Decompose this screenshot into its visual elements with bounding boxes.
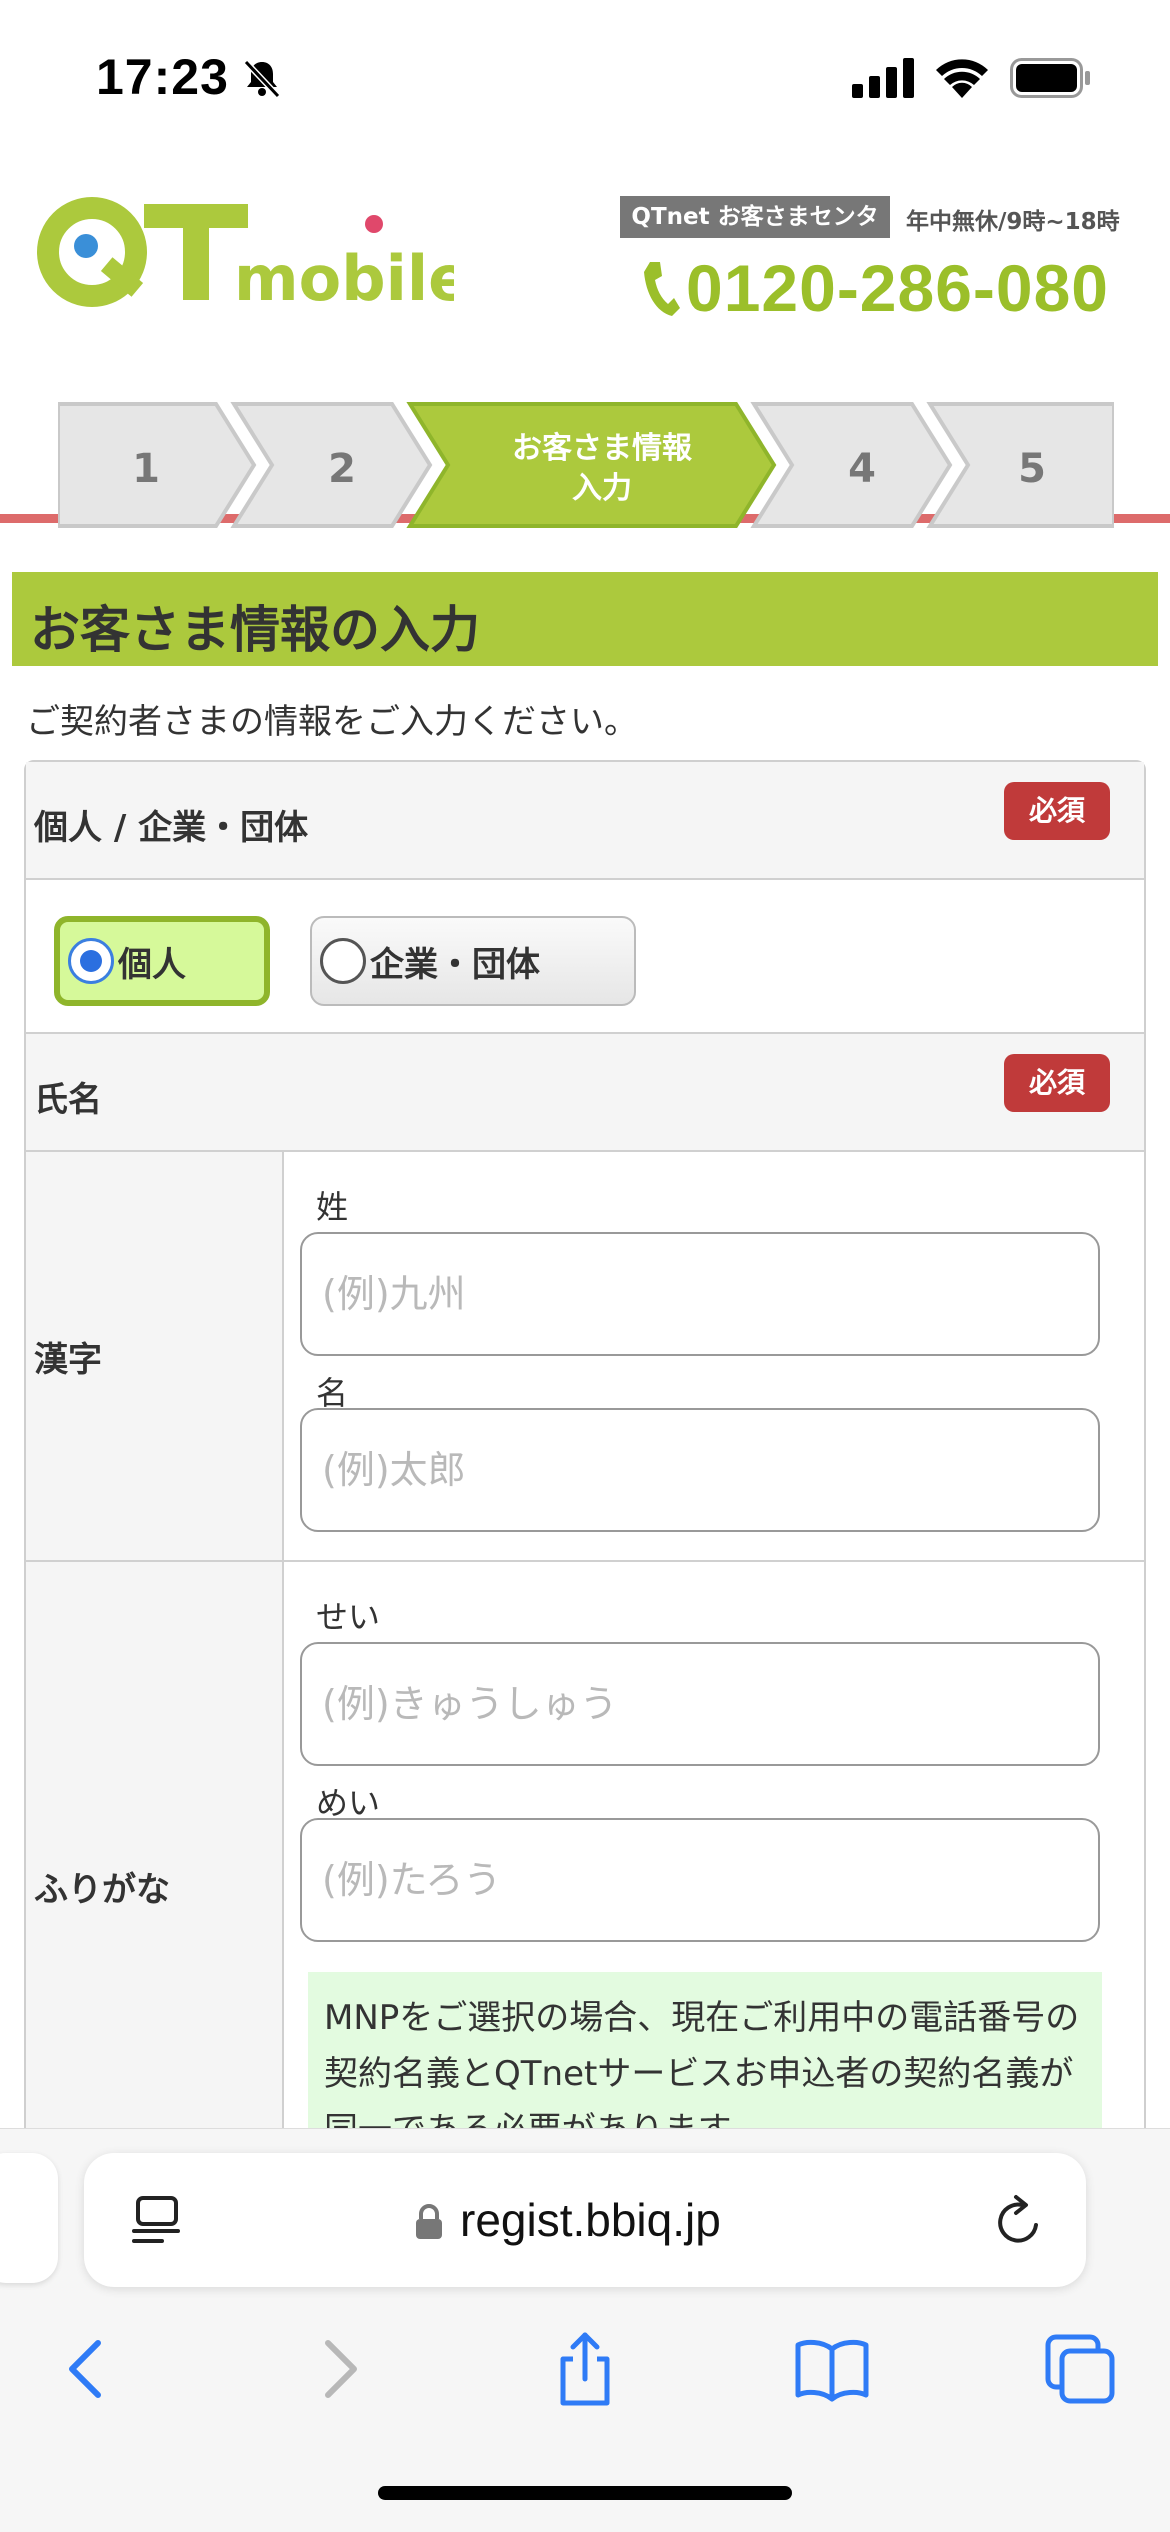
radio-selected-icon	[68, 938, 114, 984]
lock-icon	[416, 2204, 442, 2239]
site-header: mobile QTnet お客さまセンター 年中無休/9時~18時 0120-2…	[0, 180, 1170, 523]
forward-icon[interactable]	[298, 2329, 378, 2409]
radio-unselected-icon	[320, 938, 366, 984]
furigana-label-cell: ふりがな	[26, 1562, 284, 2162]
section-title: お客さま情報の入力	[30, 601, 480, 659]
step-4-label: 4	[848, 446, 876, 492]
business-hours: 年中無休/9時~18時	[906, 209, 1120, 235]
wifi-icon	[936, 59, 988, 98]
status-bar: 17:23	[0, 0, 1170, 150]
radio-individual[interactable]: 個人	[54, 916, 270, 1006]
last-name-label: 姓	[316, 1188, 349, 1226]
step-3-label-line2: 入力	[572, 471, 632, 506]
url-text: regist.bbiq.jp	[460, 2194, 721, 2246]
phone-number: 0120-286-080	[686, 251, 1110, 325]
furigana-row: ふりがな せい (例)きゅうしゅう めい (例)たろう MNPをご選択の場合、現…	[26, 1562, 1144, 2162]
first-name-kana-input[interactable]: (例)たろう	[300, 1818, 1100, 1942]
customer-center-label: QTnet お客さまセンター	[620, 196, 890, 272]
section-header: お客さま情報の入力	[12, 572, 1158, 666]
radio-corporate-label: 企業・団体	[370, 944, 540, 985]
first-name-label: 名	[316, 1374, 349, 1412]
radio-individual-label: 個人	[118, 944, 186, 985]
contract-type-label: 個人 / 企業・団体	[34, 808, 309, 848]
last-name-input[interactable]: (例)九州	[300, 1232, 1100, 1356]
name-label: 氏名	[34, 1080, 102, 1120]
required-badge: 必須	[1004, 782, 1110, 840]
section-intro: ご契約者さまの情報をご入力ください。	[26, 702, 638, 742]
cellular-signal-icon	[852, 58, 914, 98]
battery-icon	[1010, 58, 1090, 98]
qtmobile-logo[interactable]: mobile	[34, 194, 454, 314]
home-indicator	[378, 2486, 792, 2500]
page-menu-icon[interactable]	[132, 2195, 182, 2247]
kanji-fields: 姓 (例)九州 名 (例)太郎	[284, 1152, 1144, 1560]
kanji-label: 漢字	[34, 1340, 102, 1380]
contract-type-header: 個人 / 企業・団体 必須	[26, 762, 1144, 880]
required-badge: 必須	[1004, 1054, 1110, 1112]
back-icon[interactable]	[48, 2329, 128, 2409]
bookmarks-icon[interactable]	[792, 2329, 872, 2409]
radio-corporate[interactable]: 企業・団体	[310, 916, 636, 1006]
reload-icon[interactable]	[992, 2193, 1046, 2249]
phone-icon	[644, 262, 680, 316]
browser-toolbar: regist.bbiq.jp	[0, 2128, 1170, 2532]
last-name-kana-input[interactable]: (例)きゅうしゅう	[300, 1642, 1100, 1766]
kanji-label-cell: 漢字	[26, 1152, 284, 1560]
last-name-kana-label: せい	[316, 1598, 381, 1636]
name-header: 氏名 必須	[26, 1034, 1144, 1152]
first-name-kana-label: めい	[316, 1784, 381, 1822]
phone-link[interactable]: 0120-286-080	[640, 248, 1109, 328]
tabs-icon[interactable]	[1040, 2329, 1120, 2409]
step-3-label: お客さま情報	[512, 431, 693, 466]
step-indicator: 1 2 お客さま情報入力 4 5	[58, 402, 1114, 528]
furigana-fields: せい (例)きゅうしゅう めい (例)たろう MNPをご選択の場合、現在ご利用中…	[284, 1562, 1144, 2162]
step-5-label: 5	[1018, 446, 1046, 492]
status-time: 17:23	[96, 49, 229, 105]
bell-muted-icon	[243, 59, 281, 99]
mnp-note: MNPをご選択の場合、現在ご利用中の電話番号の契約名義とQTnetサービスお申込…	[308, 1972, 1102, 2132]
first-name-input[interactable]: (例)太郎	[300, 1408, 1100, 1532]
step-1-label: 1	[132, 446, 160, 492]
contract-type-options: 個人 企業・団体	[26, 880, 1144, 1034]
address-bar[interactable]: regist.bbiq.jp	[84, 2153, 1086, 2287]
furigana-label: ふりがな	[34, 1870, 170, 1910]
customer-form: 個人 / 企業・団体 必須 個人 企業・団体 氏名 必須 漢字 姓 (例)九州 …	[24, 760, 1146, 2164]
kanji-row: 漢字 姓 (例)九州 名 (例)太郎	[26, 1152, 1144, 1562]
previous-tab-peek[interactable]	[0, 2153, 58, 2283]
svg-text:mobile: mobile	[234, 242, 454, 314]
share-icon[interactable]	[545, 2329, 625, 2409]
step-2-label: 2	[328, 446, 356, 492]
